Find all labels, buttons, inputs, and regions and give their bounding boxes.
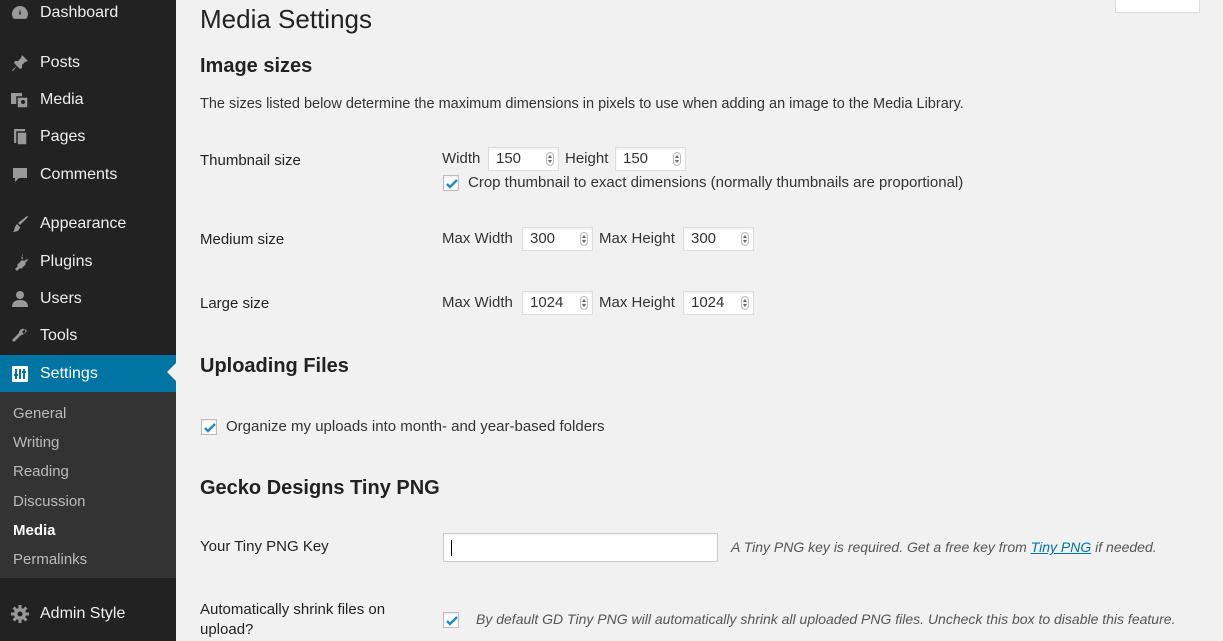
thumbnail-height-input[interactable]: 150 bbox=[615, 147, 686, 171]
thumbnail-width-input[interactable]: 150 bbox=[488, 147, 559, 171]
large-height-value: 1024 bbox=[691, 294, 725, 311]
admin-sidebar: Dashboard Posts Media Pages Comments App… bbox=[0, 0, 176, 641]
menu-admin-style[interactable]: Admin Style bbox=[0, 597, 176, 631]
checkmark-icon bbox=[446, 616, 458, 626]
dashboard-icon bbox=[10, 3, 30, 23]
medium-width-value: 300 bbox=[530, 230, 556, 247]
text-caret bbox=[451, 540, 452, 556]
help-text: A Tiny PNG key is required. Get a free k… bbox=[731, 539, 1031, 555]
large-height-input[interactable]: 1024 bbox=[683, 291, 754, 315]
tiny-png-link[interactable]: Tiny PNG bbox=[1031, 539, 1092, 555]
menu-users[interactable]: Users bbox=[0, 282, 176, 316]
help-text: if needed. bbox=[1091, 539, 1157, 555]
thumbnail-height-value: 150 bbox=[623, 150, 649, 167]
pages-icon bbox=[10, 127, 30, 147]
menu-label: Tools bbox=[40, 327, 78, 344]
large-width-input[interactable]: 1024 bbox=[522, 291, 593, 315]
help-tab[interactable] bbox=[1115, 0, 1200, 13]
submenu-permalinks[interactable]: Permalinks bbox=[13, 551, 87, 568]
pin-icon bbox=[10, 53, 30, 73]
brush-icon bbox=[10, 214, 30, 234]
submenu-general[interactable]: General bbox=[13, 405, 66, 422]
menu-label: Posts bbox=[40, 54, 81, 71]
organize-uploads-checkbox[interactable] bbox=[201, 419, 217, 435]
menu-label: Dashboard bbox=[40, 4, 119, 21]
medium-height-value: 300 bbox=[691, 230, 717, 247]
tiny-png-key-input[interactable] bbox=[443, 533, 718, 562]
thumbnail-width-value: 150 bbox=[496, 150, 522, 167]
menu-label: Admin Style bbox=[40, 605, 126, 622]
auto-shrink-help: By default GD Tiny PNG will automaticall… bbox=[476, 611, 1176, 627]
page-title: Media Settings bbox=[200, 4, 372, 34]
auto-shrink-label-line2: upload? bbox=[200, 621, 254, 638]
menu-dashboard[interactable]: Dashboard bbox=[0, 0, 176, 30]
menu-label: Settings bbox=[40, 364, 98, 382]
medium-height-label: Max Height bbox=[599, 230, 675, 247]
auto-shrink-label: Automatically shrink files on bbox=[200, 601, 386, 618]
tiny-png-key-help: A Tiny PNG key is required. Get a free k… bbox=[731, 539, 1157, 555]
user-icon bbox=[10, 289, 30, 309]
menu-plugins[interactable]: Plugins bbox=[0, 245, 176, 279]
spinner-icon[interactable] bbox=[546, 152, 554, 166]
auto-shrink-checkbox[interactable] bbox=[443, 612, 459, 628]
spinner-icon[interactable] bbox=[741, 232, 749, 246]
organize-uploads-label: Organize my uploads into month- and year… bbox=[226, 418, 605, 435]
thumbnail-height-label: Height bbox=[565, 150, 609, 167]
spinner-icon[interactable] bbox=[673, 152, 681, 166]
menu-settings[interactable]: Settings bbox=[0, 355, 176, 392]
menu-label: Pages bbox=[40, 128, 86, 145]
menu-comments[interactable]: Comments bbox=[0, 158, 176, 192]
settings-icon bbox=[10, 364, 30, 384]
checkmark-icon bbox=[446, 179, 458, 189]
medium-width-label: Max Width bbox=[442, 230, 513, 247]
menu-tools[interactable]: Tools bbox=[0, 319, 176, 353]
medium-height-input[interactable]: 300 bbox=[683, 227, 754, 251]
section-uploading-files: Uploading Files bbox=[200, 355, 349, 377]
thumbnail-width-label: Width bbox=[442, 150, 481, 167]
crop-thumbnail-checkbox[interactable] bbox=[443, 175, 459, 191]
medium-size-label: Medium size bbox=[200, 231, 285, 248]
section-image-sizes: Image sizes bbox=[200, 55, 313, 77]
large-width-label: Max Width bbox=[442, 294, 513, 311]
checkmark-icon bbox=[204, 423, 216, 433]
menu-media[interactable]: Media bbox=[0, 83, 176, 117]
medium-width-input[interactable]: 300 bbox=[522, 227, 593, 251]
large-width-value: 1024 bbox=[530, 294, 564, 311]
menu-label: Users bbox=[40, 290, 82, 307]
thumbnail-size-label: Thumbnail size bbox=[200, 152, 301, 169]
section-tiny-png: Gecko Designs Tiny PNG bbox=[200, 477, 440, 499]
menu-label: Media bbox=[40, 91, 84, 108]
large-size-label: Large size bbox=[200, 295, 270, 312]
menu-label: Comments bbox=[40, 166, 118, 183]
image-sizes-description: The sizes listed below determine the max… bbox=[200, 96, 964, 112]
large-height-label: Max Height bbox=[599, 294, 675, 311]
menu-label: Plugins bbox=[40, 253, 93, 270]
media-icon bbox=[10, 90, 30, 110]
comment-icon bbox=[10, 165, 30, 185]
active-indicator bbox=[167, 363, 176, 381]
plug-icon bbox=[10, 252, 30, 272]
settings-submenu: General Writing Reading Discussion Media… bbox=[0, 392, 176, 578]
spinner-icon[interactable] bbox=[741, 296, 749, 310]
menu-posts[interactable]: Posts bbox=[0, 46, 176, 80]
gear-icon bbox=[10, 604, 30, 624]
spinner-icon[interactable] bbox=[580, 296, 588, 310]
menu-label: Appearance bbox=[40, 215, 127, 232]
menu-pages[interactable]: Pages bbox=[0, 120, 176, 154]
submenu-writing[interactable]: Writing bbox=[13, 434, 59, 451]
spinner-icon[interactable] bbox=[580, 232, 588, 246]
main-content: Media Settings Image sizes The sizes lis… bbox=[176, 0, 1223, 641]
submenu-reading[interactable]: Reading bbox=[13, 463, 69, 480]
menu-appearance[interactable]: Appearance bbox=[0, 207, 176, 241]
tiny-png-key-label: Your Tiny PNG Key bbox=[200, 538, 329, 555]
submenu-discussion[interactable]: Discussion bbox=[13, 493, 86, 510]
crop-thumbnail-label: Crop thumbnail to exact dimensions (norm… bbox=[468, 174, 964, 191]
submenu-media[interactable]: Media bbox=[13, 522, 56, 539]
wrench-icon bbox=[10, 326, 30, 346]
